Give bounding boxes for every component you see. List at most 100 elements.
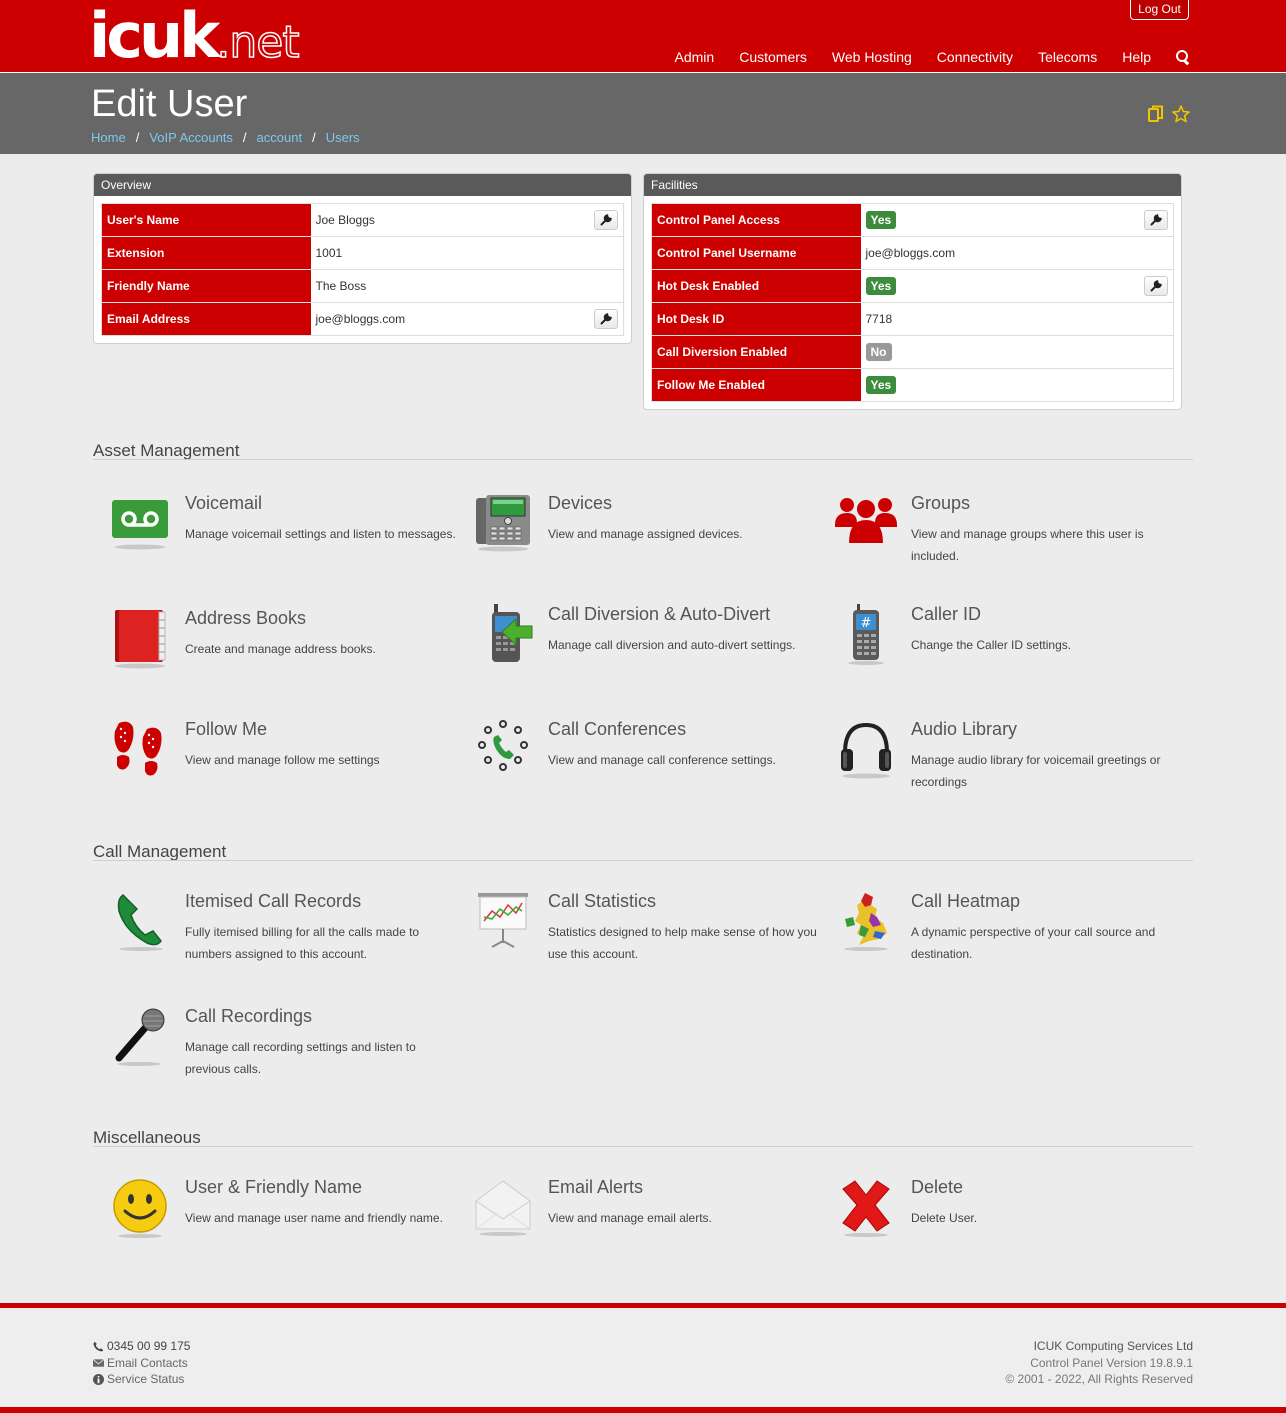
control-panel-access-label: Control Panel Access [651, 203, 861, 237]
breadcrumb-home[interactable]: Home [91, 130, 126, 145]
star-icon[interactable] [1172, 105, 1190, 123]
overview-heading: Overview [94, 174, 631, 196]
call-recordings-tile[interactable]: Call Recordings Manage call recording se… [93, 1006, 443, 1086]
call-heatmap-description: A dynamic perspective of your call sourc… [911, 925, 1156, 961]
red-x-icon [842, 1180, 890, 1237]
extension-label: Extension [101, 236, 311, 270]
breadcrumb-separator: / [242, 130, 247, 145]
nav-help[interactable]: Help [1122, 49, 1151, 65]
groups-tile[interactable]: Groups View and manage groups where this… [819, 493, 1169, 573]
user-friendly-name-tile[interactable]: User & Friendly Name View and manage use… [93, 1177, 443, 1247]
footer-copyright: © 2001 - 2022, All Rights Reserved [1005, 1372, 1193, 1386]
devices-title: Devices [548, 493, 613, 513]
nav-connectivity[interactable]: Connectivity [937, 49, 1013, 65]
logout-button[interactable]: Log Out [1130, 0, 1189, 20]
address-books-description: Create and manage address books. [185, 642, 376, 656]
footer: 0345 00 99 175 Email Contacts Service St… [0, 1308, 1286, 1407]
delete-tile[interactable]: Delete Delete User. [819, 1177, 1169, 1247]
envelope-icon [475, 1180, 531, 1236]
breadcrumb-users[interactable]: Users [326, 130, 360, 145]
groups-description: View and manage groups where this user i… [911, 527, 1144, 563]
audio-library-title: Audio Library [911, 719, 1018, 739]
email-alerts-tile[interactable]: Email Alerts View and manage email alert… [456, 1177, 806, 1247]
email-address-value: joe@bloggs.com [315, 312, 406, 326]
itemised-call-records-tile[interactable]: Itemised Call Records Fully itemised bil… [93, 891, 443, 971]
section-divider [93, 1146, 1193, 1147]
edit-control-panel-access-button[interactable] [1144, 210, 1168, 230]
hot-desk-enabled-label: Hot Desk Enabled [651, 269, 861, 303]
caller-id-tile[interactable]: # Caller ID Change the Caller ID setting… [819, 604, 1169, 674]
friendly-name-value: The Boss [310, 269, 624, 303]
logo-suffix-text: .net [216, 16, 301, 69]
smiley-icon [113, 1179, 167, 1238]
breadcrumb-separator: / [135, 130, 140, 145]
email-address-label: Email Address [101, 302, 311, 336]
svg-text:#: # [861, 616, 872, 631]
edit-email-address-button[interactable] [594, 309, 618, 329]
audio-library-tile[interactable]: Audio Library Manage audio library for v… [819, 719, 1169, 799]
call-heatmap-tile[interactable]: Call Heatmap A dynamic perspective of yo… [819, 891, 1169, 971]
itemised-call-records-description: Fully itemised billing for all the calls… [185, 925, 420, 961]
users-name-value: Joe Bloggs [315, 213, 375, 227]
footer-contact: 0345 00 99 175 Email Contacts Service St… [93, 1338, 190, 1388]
copy-icon[interactable] [1148, 105, 1164, 123]
follow-me-tile[interactable]: Follow Me View and manage follow me sett… [93, 719, 443, 799]
wrench-icon [1150, 280, 1162, 292]
call-recordings-description: Manage call recording settings and liste… [185, 1040, 416, 1076]
overview-row: Friendly Name The Boss [101, 269, 624, 303]
call-diversion-description: Manage call diversion and auto-divert se… [548, 638, 796, 652]
facilities-row: Hot Desk ID 7718 [651, 302, 1174, 336]
users-name-cell: Joe Bloggs [310, 203, 624, 237]
overview-row: User's Name Joe Bloggs [101, 203, 624, 237]
call-diversion-tile[interactable]: Call Diversion & Auto-Divert Manage call… [456, 604, 806, 674]
asset-management-heading: Asset Management [93, 441, 240, 460]
users-name-label: User's Name [101, 203, 311, 237]
hot-desk-id-value: 7718 [860, 302, 1174, 336]
status-badge: No [865, 343, 892, 361]
call-heatmap-title: Call Heatmap [911, 891, 1021, 911]
main-nav: Admin Customers Web Hosting Connectivity… [650, 49, 1190, 65]
logo-main-text: icuk [89, 0, 220, 72]
nav-admin[interactable]: Admin [675, 49, 715, 65]
footer-phone-number: 0345 00 99 175 [107, 1339, 191, 1353]
voicemail-tile[interactable]: Voicemail Manage voicemail settings and … [93, 493, 456, 573]
wrench-icon [600, 214, 612, 226]
follow-me-enabled-label: Follow Me Enabled [651, 368, 861, 402]
hot-desk-id-label: Hot Desk ID [651, 302, 861, 336]
miscellaneous-heading: Miscellaneous [93, 1128, 201, 1147]
breadcrumb-voip-accounts[interactable]: VoIP Accounts [149, 130, 233, 145]
caller-id-phone-icon: # [848, 604, 884, 665]
icuk-logo[interactable]: icuk.net [89, 4, 301, 69]
page-title: Edit User [91, 83, 248, 125]
status-badge: Yes [865, 277, 897, 295]
call-management-heading: Call Management [93, 842, 227, 861]
call-conferences-description: View and manage call conference settings… [548, 753, 776, 767]
top-header: icuk.net Log Out Admin Customers Web Hos… [0, 0, 1286, 72]
follow-me-title: Follow Me [185, 719, 268, 739]
footer-phone[interactable]: 0345 00 99 175 [93, 1338, 190, 1355]
devices-tile[interactable]: Devices View and manage assigned devices… [456, 493, 806, 573]
overview-row: Extension 1001 [101, 236, 624, 270]
delete-description: Delete User. [911, 1211, 978, 1225]
nav-web-hosting[interactable]: Web Hosting [832, 49, 912, 65]
call-conferences-tile[interactable]: Call Conferences View and manage call co… [456, 719, 806, 799]
email-alerts-description: View and manage email alerts. [548, 1211, 712, 1225]
nav-customers[interactable]: Customers [739, 49, 807, 65]
search-icon[interactable] [1176, 50, 1190, 64]
footer-email-contacts[interactable]: Email Contacts [93, 1355, 190, 1372]
info-icon [93, 1373, 104, 1385]
delete-title: Delete [911, 1177, 964, 1197]
footer-bottom-bar [0, 1407, 1286, 1413]
breadcrumb-account[interactable]: account [257, 130, 303, 145]
address-books-title: Address Books [185, 608, 307, 628]
nav-telecoms[interactable]: Telecoms [1038, 49, 1097, 65]
edit-hot-desk-button[interactable] [1144, 276, 1168, 296]
breadcrumb: Home / VoIP Accounts / account / Users [91, 130, 360, 145]
title-actions [1148, 105, 1190, 123]
call-statistics-tile[interactable]: Call Statistics Statistics designed to h… [456, 891, 817, 971]
edit-users-name-button[interactable] [594, 210, 618, 230]
address-books-tile[interactable]: Address Books Create and manage address … [93, 608, 443, 678]
section-divider [93, 459, 1193, 460]
footer-service-status[interactable]: Service Status [93, 1371, 190, 1388]
status-badge: Yes [865, 376, 897, 394]
